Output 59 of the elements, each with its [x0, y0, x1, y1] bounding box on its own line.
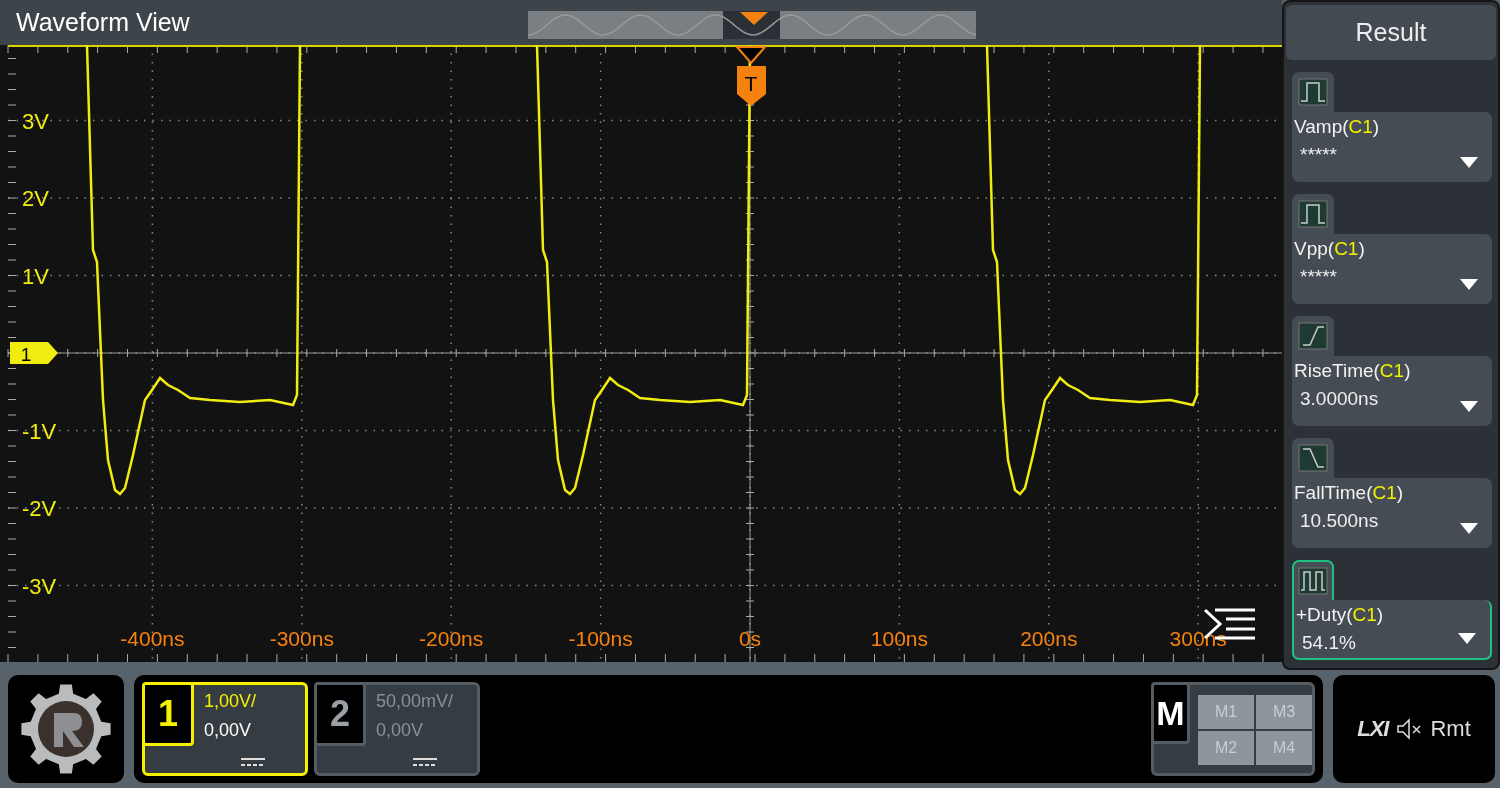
- x-axis-label: 0s: [738, 627, 762, 650]
- dc-coupling-icon: [241, 757, 265, 767]
- y-axis-label: -2V: [22, 496, 57, 521]
- measurement-name: RiseTime(C1): [1294, 360, 1412, 382]
- y-axis-label: 3V: [22, 108, 49, 134]
- caret-icon[interactable]: [1460, 157, 1478, 168]
- measurement-name: FallTime(C1): [1294, 482, 1405, 504]
- channel-number: 1: [142, 682, 194, 746]
- pulse-icon: [1298, 567, 1328, 595]
- trigger-marker: T: [737, 66, 766, 106]
- gear-icon: [18, 681, 114, 777]
- x-axis-label: -200ns: [419, 627, 484, 650]
- pulse-icon: [1298, 78, 1328, 106]
- panel-title: Result: [1286, 5, 1496, 60]
- math-label: M: [1151, 682, 1190, 744]
- measurement-name: Vpp(C1): [1294, 238, 1366, 260]
- caret-icon[interactable]: [1460, 523, 1478, 534]
- measurement-name: Vamp(C1): [1294, 116, 1381, 138]
- channel-offset: 0,00V: [204, 720, 253, 741]
- measurement-name: +Duty(C1): [1296, 604, 1385, 626]
- caret-icon[interactable]: [1460, 401, 1478, 412]
- measurement-value: 54.1%: [1302, 632, 1356, 654]
- caret-icon[interactable]: [1460, 279, 1478, 290]
- x-axis-label: 300ns: [1169, 627, 1227, 650]
- channel-button[interactable]: 2 50,00mV/ 0,00V: [314, 682, 480, 776]
- channel-button[interactable]: 1 1,00V/ 0,00V: [142, 682, 308, 776]
- caret-icon[interactable]: [1458, 633, 1476, 644]
- measurement-card[interactable]: FallTime(C1) 10.500ns: [1292, 478, 1492, 548]
- channel-offset: 0,00V: [376, 720, 425, 741]
- measurement-value: *****: [1300, 266, 1337, 288]
- measurement-value: 10.500ns: [1300, 510, 1379, 532]
- y-axis-label: 1V: [22, 263, 49, 289]
- lxi-label: LXI: [1357, 716, 1389, 742]
- window-title: Waveform View: [16, 8, 190, 37]
- y-axis-label: -1V: [22, 418, 57, 444]
- y-axis-label: 2V: [22, 186, 49, 211]
- remote-label: Rmt: [1430, 716, 1471, 742]
- measurement-card[interactable]: +Duty(C1) 54.1%: [1292, 600, 1492, 660]
- dc-coupling-icon: [413, 757, 437, 767]
- measurement-card[interactable]: Vamp(C1) *****: [1292, 112, 1492, 182]
- channel-scale: 1,00V/: [204, 691, 257, 712]
- channel-number: 2: [314, 682, 366, 746]
- measurement-value: *****: [1300, 144, 1337, 166]
- channel-scale: 50,00mV/: [376, 691, 454, 712]
- x-axis-label: -400ns: [120, 627, 185, 650]
- pulse-icon: [1298, 200, 1328, 228]
- x-axis-label: -100ns: [568, 627, 633, 650]
- y-axis-label: -3V: [22, 573, 57, 599]
- rising-edge-icon: [1298, 322, 1328, 350]
- channel-marker: 1: [10, 342, 58, 365]
- x-axis-label: 200ns: [1020, 627, 1078, 650]
- logo-button[interactable]: [8, 675, 124, 783]
- measurement-card[interactable]: RiseTime(C1) 3.0000ns: [1292, 356, 1492, 426]
- measurement-card[interactable]: Vpp(C1) *****: [1292, 234, 1492, 304]
- falling-edge-icon: [1298, 444, 1328, 472]
- x-axis-label: -300ns: [269, 627, 334, 650]
- x-axis-label: 100ns: [870, 627, 928, 650]
- measurement-value: 3.0000ns: [1300, 388, 1379, 410]
- speaker-muted-icon: [1396, 718, 1423, 740]
